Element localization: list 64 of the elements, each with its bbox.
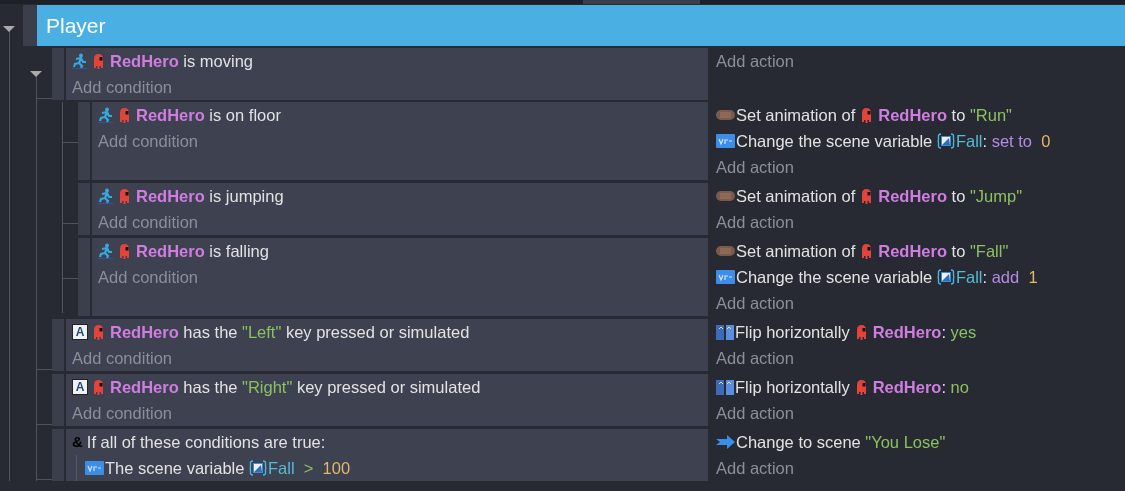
creature-icon (861, 187, 873, 205)
running-figure-icon (98, 243, 113, 259)
collapse-arrow-icon[interactable] (30, 71, 42, 79)
flip-icon (716, 324, 734, 340)
drag-handle[interactable] (52, 374, 64, 426)
variable-braces-icon (249, 460, 267, 476)
key-icon: A (72, 324, 88, 340)
condition-text[interactable]: RedHero is falling (98, 238, 269, 264)
drag-handle[interactable] (78, 183, 90, 235)
add-action-link[interactable]: Add action (716, 400, 794, 426)
condition-text[interactable]: A RedHero has the "Left" key pressed or simulated (72, 319, 470, 345)
action-text[interactable]: Change the scene variable Fall: set to 0 (716, 128, 1051, 154)
action-text[interactable]: Set animation of RedHero to "Run" (716, 102, 1012, 128)
drag-handle[interactable] (23, 5, 37, 46)
collapse-arrow-icon[interactable] (3, 26, 15, 34)
action-text[interactable]: Set animation of RedHero to "Fall" (716, 238, 1009, 264)
add-action-link[interactable]: Add action (716, 455, 794, 481)
condition-text[interactable]: RedHero is jumping (98, 183, 284, 209)
action-text[interactable]: Change the scene variable Fall: add 1 (716, 264, 1038, 290)
drag-handle[interactable] (52, 319, 64, 371)
condition-text[interactable]: RedHero is on floor (98, 102, 281, 128)
condition-text[interactable]: & If all of these conditions are true: (72, 429, 326, 455)
add-action-link[interactable]: Add action (716, 48, 794, 74)
creature-icon (119, 187, 130, 205)
creature-icon (119, 106, 130, 124)
running-figure-icon (98, 107, 113, 123)
arrow-icon (716, 435, 735, 449)
drag-handle[interactable] (52, 48, 64, 100)
flip-icon (716, 379, 734, 395)
variable-icon (85, 461, 104, 475)
creature-icon (861, 106, 873, 124)
key-icon: A (72, 379, 88, 395)
action-text[interactable]: Flip horizontally RedHero: no (716, 374, 969, 400)
and-icon: & (72, 429, 83, 455)
creature-icon (119, 242, 130, 260)
drag-handle[interactable] (78, 238, 90, 316)
add-action-link[interactable]: Add action (716, 154, 794, 180)
condition-text[interactable]: A RedHero has the "Right" key pressed or simulated (72, 374, 481, 400)
variable-braces-icon (936, 269, 955, 285)
add-action-link[interactable]: Add action (716, 209, 794, 235)
creature-icon (93, 323, 104, 341)
drag-handle[interactable] (52, 429, 64, 481)
scrollbar-thumb[interactable] (583, 0, 700, 4)
condition-text[interactable]: RedHero is moving (72, 48, 254, 74)
action-text[interactable]: Set animation of RedHero to "Jump" (716, 183, 1023, 209)
variable-icon (716, 134, 735, 148)
add-action-link[interactable]: Add action (716, 345, 794, 371)
creature-icon (855, 378, 867, 396)
creature-icon (855, 323, 867, 341)
running-figure-icon (98, 188, 113, 204)
creature-icon (861, 242, 873, 260)
creature-icon (93, 378, 104, 396)
film-icon (716, 246, 735, 256)
drag-handle[interactable] (78, 102, 90, 180)
variable-braces-icon (936, 133, 955, 149)
creature-icon (93, 52, 104, 70)
variable-icon (716, 270, 735, 284)
action-text[interactable]: Flip horizontally RedHero: yes (716, 319, 977, 345)
film-icon (716, 191, 735, 201)
running-figure-icon (72, 53, 87, 69)
add-action-link[interactable]: Add action (716, 290, 794, 316)
condition-text[interactable]: The scene variable Fall > 100 (85, 455, 700, 481)
film-icon (716, 110, 735, 120)
action-text[interactable]: Change to scene "You Lose" (716, 429, 946, 455)
